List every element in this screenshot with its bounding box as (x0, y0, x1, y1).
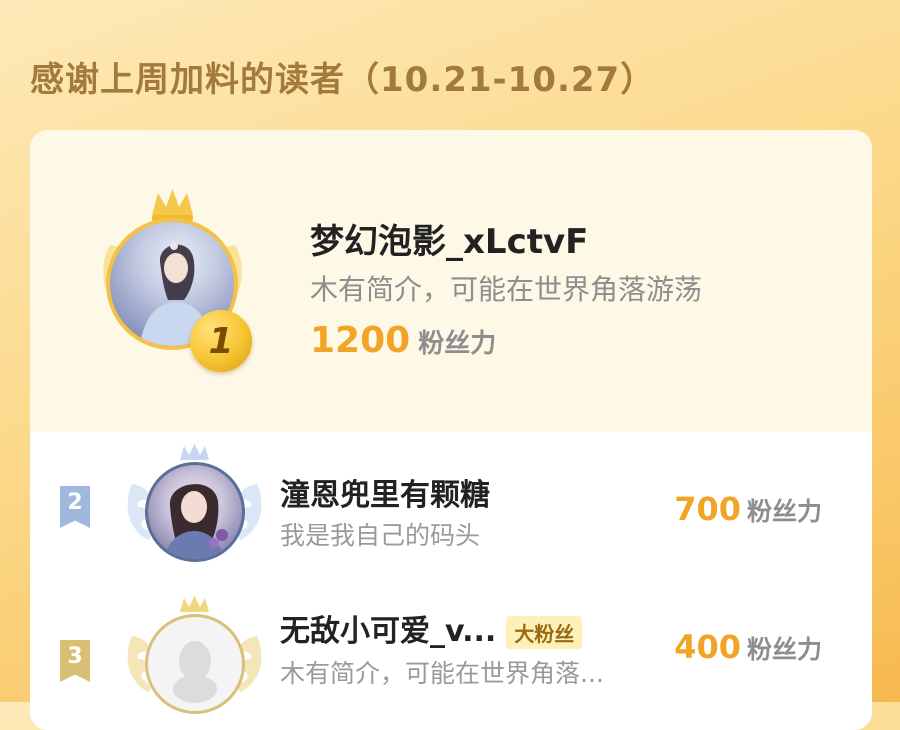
leaderboard-card: 1 梦幻泡影_xLctvF 木有简介，可能在世界角落游荡 1200粉丝力 2 (30, 130, 872, 730)
avatar[interactable] (145, 462, 245, 562)
ranking-list: 2 潼恩兜里有颗糖 我是我自己的码头 700 粉丝力 3 无敌小可爱_v... … (30, 432, 872, 730)
rank-badge: 3 (60, 640, 90, 682)
score-value: 1200 (310, 320, 411, 361)
page-title: 感谢上周加料的读者（10.21-10.27） (30, 60, 656, 100)
score-value: 400 (674, 628, 741, 666)
penguin-placeholder-icon (173, 641, 217, 703)
default-avatar[interactable] (145, 614, 245, 714)
username[interactable]: 梦幻泡影_xLctvF (310, 214, 588, 263)
score-unit: 粉丝力 (746, 635, 822, 664)
username[interactable]: 潼恩兜里有颗糖 (280, 470, 490, 514)
rank-medal: 1 (190, 310, 252, 372)
rank-2-entry[interactable]: 2 潼恩兜里有颗糖 我是我自己的码头 700 粉丝力 (30, 432, 872, 572)
user-bio: 木有简介，可能在世界角落... (280, 659, 604, 688)
username[interactable]: 无敌小可爱_v... 大粉丝 (280, 606, 583, 650)
fan-power-score: 400 粉丝力 (674, 628, 822, 666)
illustrated-avatar-icon (164, 484, 228, 559)
user-bio: 木有简介，可能在世界角落游荡 (310, 273, 703, 306)
fan-power-score: 1200 粉丝力 (310, 320, 496, 361)
rank-1-entry[interactable]: 1 梦幻泡影_xLctvF 木有简介，可能在世界角落游荡 1200 粉丝力 (30, 130, 872, 432)
rank-badge: 2 (60, 486, 90, 528)
super-fan-tag: 大粉丝 (506, 616, 583, 649)
score-unit: 粉丝力 (418, 329, 497, 359)
fan-power-score: 700 粉丝力 (674, 490, 822, 528)
score-value: 700 (674, 490, 741, 528)
username-text: 无敌小可爱_v... (280, 614, 497, 649)
score-unit: 粉丝力 (746, 497, 822, 526)
user-bio: 我是我自己的码头 (280, 521, 481, 550)
rank-3-entry[interactable]: 3 无敌小可爱_v... 大粉丝 木有简介，可能在世界角落... 400 粉丝力 (30, 582, 872, 722)
